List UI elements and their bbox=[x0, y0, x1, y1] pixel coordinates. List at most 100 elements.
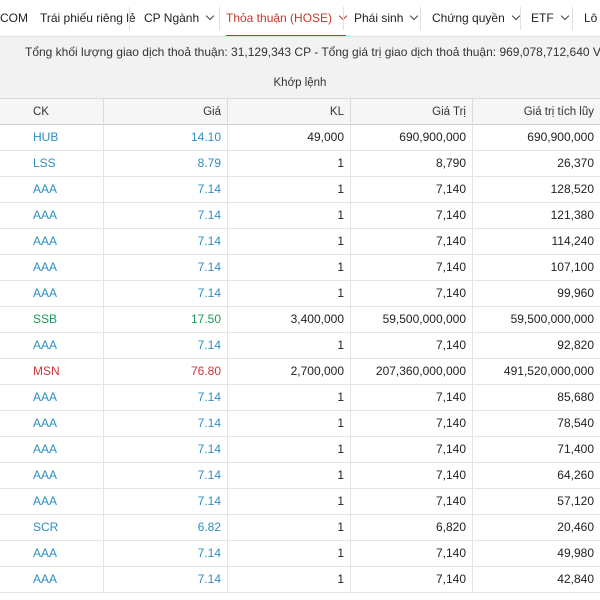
cell-kl: 1 bbox=[227, 333, 350, 358]
table-row[interactable]: HUB 14.10 49,000 690,900,000 690,900,000 bbox=[0, 125, 600, 151]
table-row[interactable]: AAA 7.14 1 7,140 128,520 bbox=[0, 177, 600, 203]
cell-ck[interactable]: AAA bbox=[0, 541, 103, 566]
table-row[interactable]: LSS 8.79 1 8,790 26,370 bbox=[0, 151, 600, 177]
cell-gia-tri-tich-luy: 491,520,000,000 bbox=[472, 359, 600, 384]
nav-item-phai-sinh[interactable]: Phái sinh bbox=[354, 0, 419, 36]
column-header-gia-tri[interactable]: Giá Trị bbox=[350, 99, 472, 125]
chevron-down-icon bbox=[410, 11, 419, 21]
cell-gia-tri: 59,500,000,000 bbox=[350, 307, 472, 332]
cell-gia-tri: 6,820 bbox=[350, 515, 472, 540]
table-row[interactable]: AAA 7.14 1 7,140 71,400 bbox=[0, 437, 600, 463]
cell-gia: 7.14 bbox=[103, 411, 227, 436]
cell-gia-tri: 7,140 bbox=[350, 229, 472, 254]
cell-ck[interactable]: AAA bbox=[0, 437, 103, 462]
table-row[interactable]: AAA 7.14 1 7,140 92,820 bbox=[0, 333, 600, 359]
column-header-gia-tri-tich-luy[interactable]: Giá trị tích lũy bbox=[472, 99, 600, 125]
cell-gia: 7.14 bbox=[103, 489, 227, 514]
table-row[interactable]: AAA 7.14 1 7,140 49,980 bbox=[0, 541, 600, 567]
cell-ck[interactable]: SCR bbox=[0, 515, 103, 540]
cell-ck[interactable]: AAA bbox=[0, 463, 103, 488]
cell-gia: 7.14 bbox=[103, 281, 227, 306]
cell-gia: 7.14 bbox=[103, 255, 227, 280]
cell-kl: 3,400,000 bbox=[227, 307, 350, 332]
cell-gia: 8.79 bbox=[103, 151, 227, 176]
cell-kl: 1 bbox=[227, 411, 350, 436]
table-row[interactable]: AAA 7.14 1 7,140 64,260 bbox=[0, 463, 600, 489]
cell-gia-tri-tich-luy: 20,460 bbox=[472, 515, 600, 540]
table-row[interactable]: AAA 7.14 1 7,140 107,100 bbox=[0, 255, 600, 281]
nav-item-label: Thỏa thuận (HOSE) bbox=[226, 11, 333, 25]
cell-gia: 6.82 bbox=[103, 515, 227, 540]
nav-item-trai-phieu-rieng-le[interactable]: Trái phiếu riêng lẻ bbox=[40, 0, 136, 36]
cell-ck[interactable]: LSS bbox=[0, 151, 103, 176]
chevron-down-icon bbox=[560, 11, 569, 21]
cell-ck[interactable]: AAA bbox=[0, 255, 103, 280]
nav-item-etf[interactable]: ETF bbox=[531, 0, 569, 36]
nav-divider bbox=[129, 7, 130, 30]
nav-divider bbox=[520, 7, 521, 30]
table-row[interactable]: SCR 6.82 1 6,820 20,460 bbox=[0, 515, 600, 541]
nav-item-label: Lô l bbox=[584, 11, 600, 25]
table-row[interactable]: AAA 7.14 1 7,140 57,120 bbox=[0, 489, 600, 515]
cell-gia-tri-tich-luy: 42,840 bbox=[472, 567, 600, 592]
table-row[interactable]: AAA 7.14 1 7,140 121,380 bbox=[0, 203, 600, 229]
cell-gia-tri-tich-luy: 114,240 bbox=[472, 229, 600, 254]
cell-gia-tri-tich-luy: 64,260 bbox=[472, 463, 600, 488]
cell-gia-tri: 7,140 bbox=[350, 489, 472, 514]
nav-divider bbox=[572, 7, 573, 30]
cell-ck[interactable]: SSB bbox=[0, 307, 103, 332]
cell-ck[interactable]: AAA bbox=[0, 489, 103, 514]
cell-ck[interactable]: AAA bbox=[0, 281, 103, 306]
table-row[interactable]: SSB 17.50 3,400,000 59,500,000,000 59,500,00… bbox=[0, 307, 600, 333]
nav-item-thoa-thuan-hose[interactable]: Thỏa thuận (HOSE) bbox=[226, 0, 348, 36]
cell-ck[interactable]: AAA bbox=[0, 333, 103, 358]
cell-ck[interactable]: MSN bbox=[0, 359, 103, 384]
table-row[interactable]: AAA 7.14 1 7,140 99,960 bbox=[0, 281, 600, 307]
nav-item-label: ETF bbox=[531, 11, 554, 25]
cell-ck[interactable]: HUB bbox=[0, 125, 103, 150]
column-header-gia[interactable]: Giá bbox=[103, 99, 227, 125]
cell-gia-tri: 7,140 bbox=[350, 411, 472, 436]
column-header-kl[interactable]: KL bbox=[227, 99, 350, 125]
cell-ck[interactable]: AAA bbox=[0, 177, 103, 202]
cell-ck[interactable]: AAA bbox=[0, 203, 103, 228]
cell-ck[interactable]: AAA bbox=[0, 385, 103, 410]
cell-gia-tri: 7,140 bbox=[350, 541, 472, 566]
cell-gia-tri: 7,140 bbox=[350, 437, 472, 462]
cell-gia: 76.80 bbox=[103, 359, 227, 384]
nav-item-cp-nganh[interactable]: CP Ngành bbox=[144, 0, 215, 36]
cell-kl: 49,000 bbox=[227, 125, 350, 150]
table-row[interactable]: AAA 7.14 1 7,140 78,540 bbox=[0, 411, 600, 437]
nav-item-com[interactable]: COM bbox=[0, 0, 28, 36]
cell-kl: 1 bbox=[227, 255, 350, 280]
cell-gia-tri-tich-luy: 49,980 bbox=[472, 541, 600, 566]
table-row[interactable]: AAA 7.14 1 7,140 114,240 bbox=[0, 229, 600, 255]
cell-ck[interactable]: AAA bbox=[0, 411, 103, 436]
cell-gia-tri: 7,140 bbox=[350, 567, 472, 592]
cell-kl: 2,700,000 bbox=[227, 359, 350, 384]
cell-gia: 7.14 bbox=[103, 203, 227, 228]
cell-gia-tri: 7,140 bbox=[350, 281, 472, 306]
cell-kl: 1 bbox=[227, 203, 350, 228]
nav-item-lo-le[interactable]: Lô l bbox=[584, 0, 600, 36]
table-row[interactable]: AAA 7.14 1 7,140 42,840 bbox=[0, 567, 600, 593]
cell-gia: 7.14 bbox=[103, 333, 227, 358]
table-row[interactable]: MSN 76.80 2,700,000 207,360,000,000 491,520,… bbox=[0, 359, 600, 385]
chevron-down-icon bbox=[511, 11, 520, 21]
nav-item-chung-quyen[interactable]: Chứng quyền bbox=[432, 0, 520, 36]
column-header-ck[interactable]: CK bbox=[0, 99, 103, 125]
cell-ck[interactable]: AAA bbox=[0, 229, 103, 254]
cell-gia-tri: 8,790 bbox=[350, 151, 472, 176]
cell-kl: 1 bbox=[227, 515, 350, 540]
cell-gia-tri-tich-luy: 57,120 bbox=[472, 489, 600, 514]
cell-kl: 1 bbox=[227, 541, 350, 566]
summary-text: Tổng khối lượng giao dịch thoả thuận: 31… bbox=[25, 45, 600, 59]
cell-gia-tri-tich-luy: 121,380 bbox=[472, 203, 600, 228]
cell-ck[interactable]: AAA bbox=[0, 567, 103, 592]
nav-item-label: COM bbox=[0, 11, 28, 25]
table-row[interactable]: AAA 7.14 1 7,140 85,680 bbox=[0, 385, 600, 411]
cell-kl: 1 bbox=[227, 281, 350, 306]
cell-gia-tri: 7,140 bbox=[350, 177, 472, 202]
cell-gia-tri: 7,140 bbox=[350, 333, 472, 358]
nav-item-label: Chứng quyền bbox=[432, 11, 505, 25]
